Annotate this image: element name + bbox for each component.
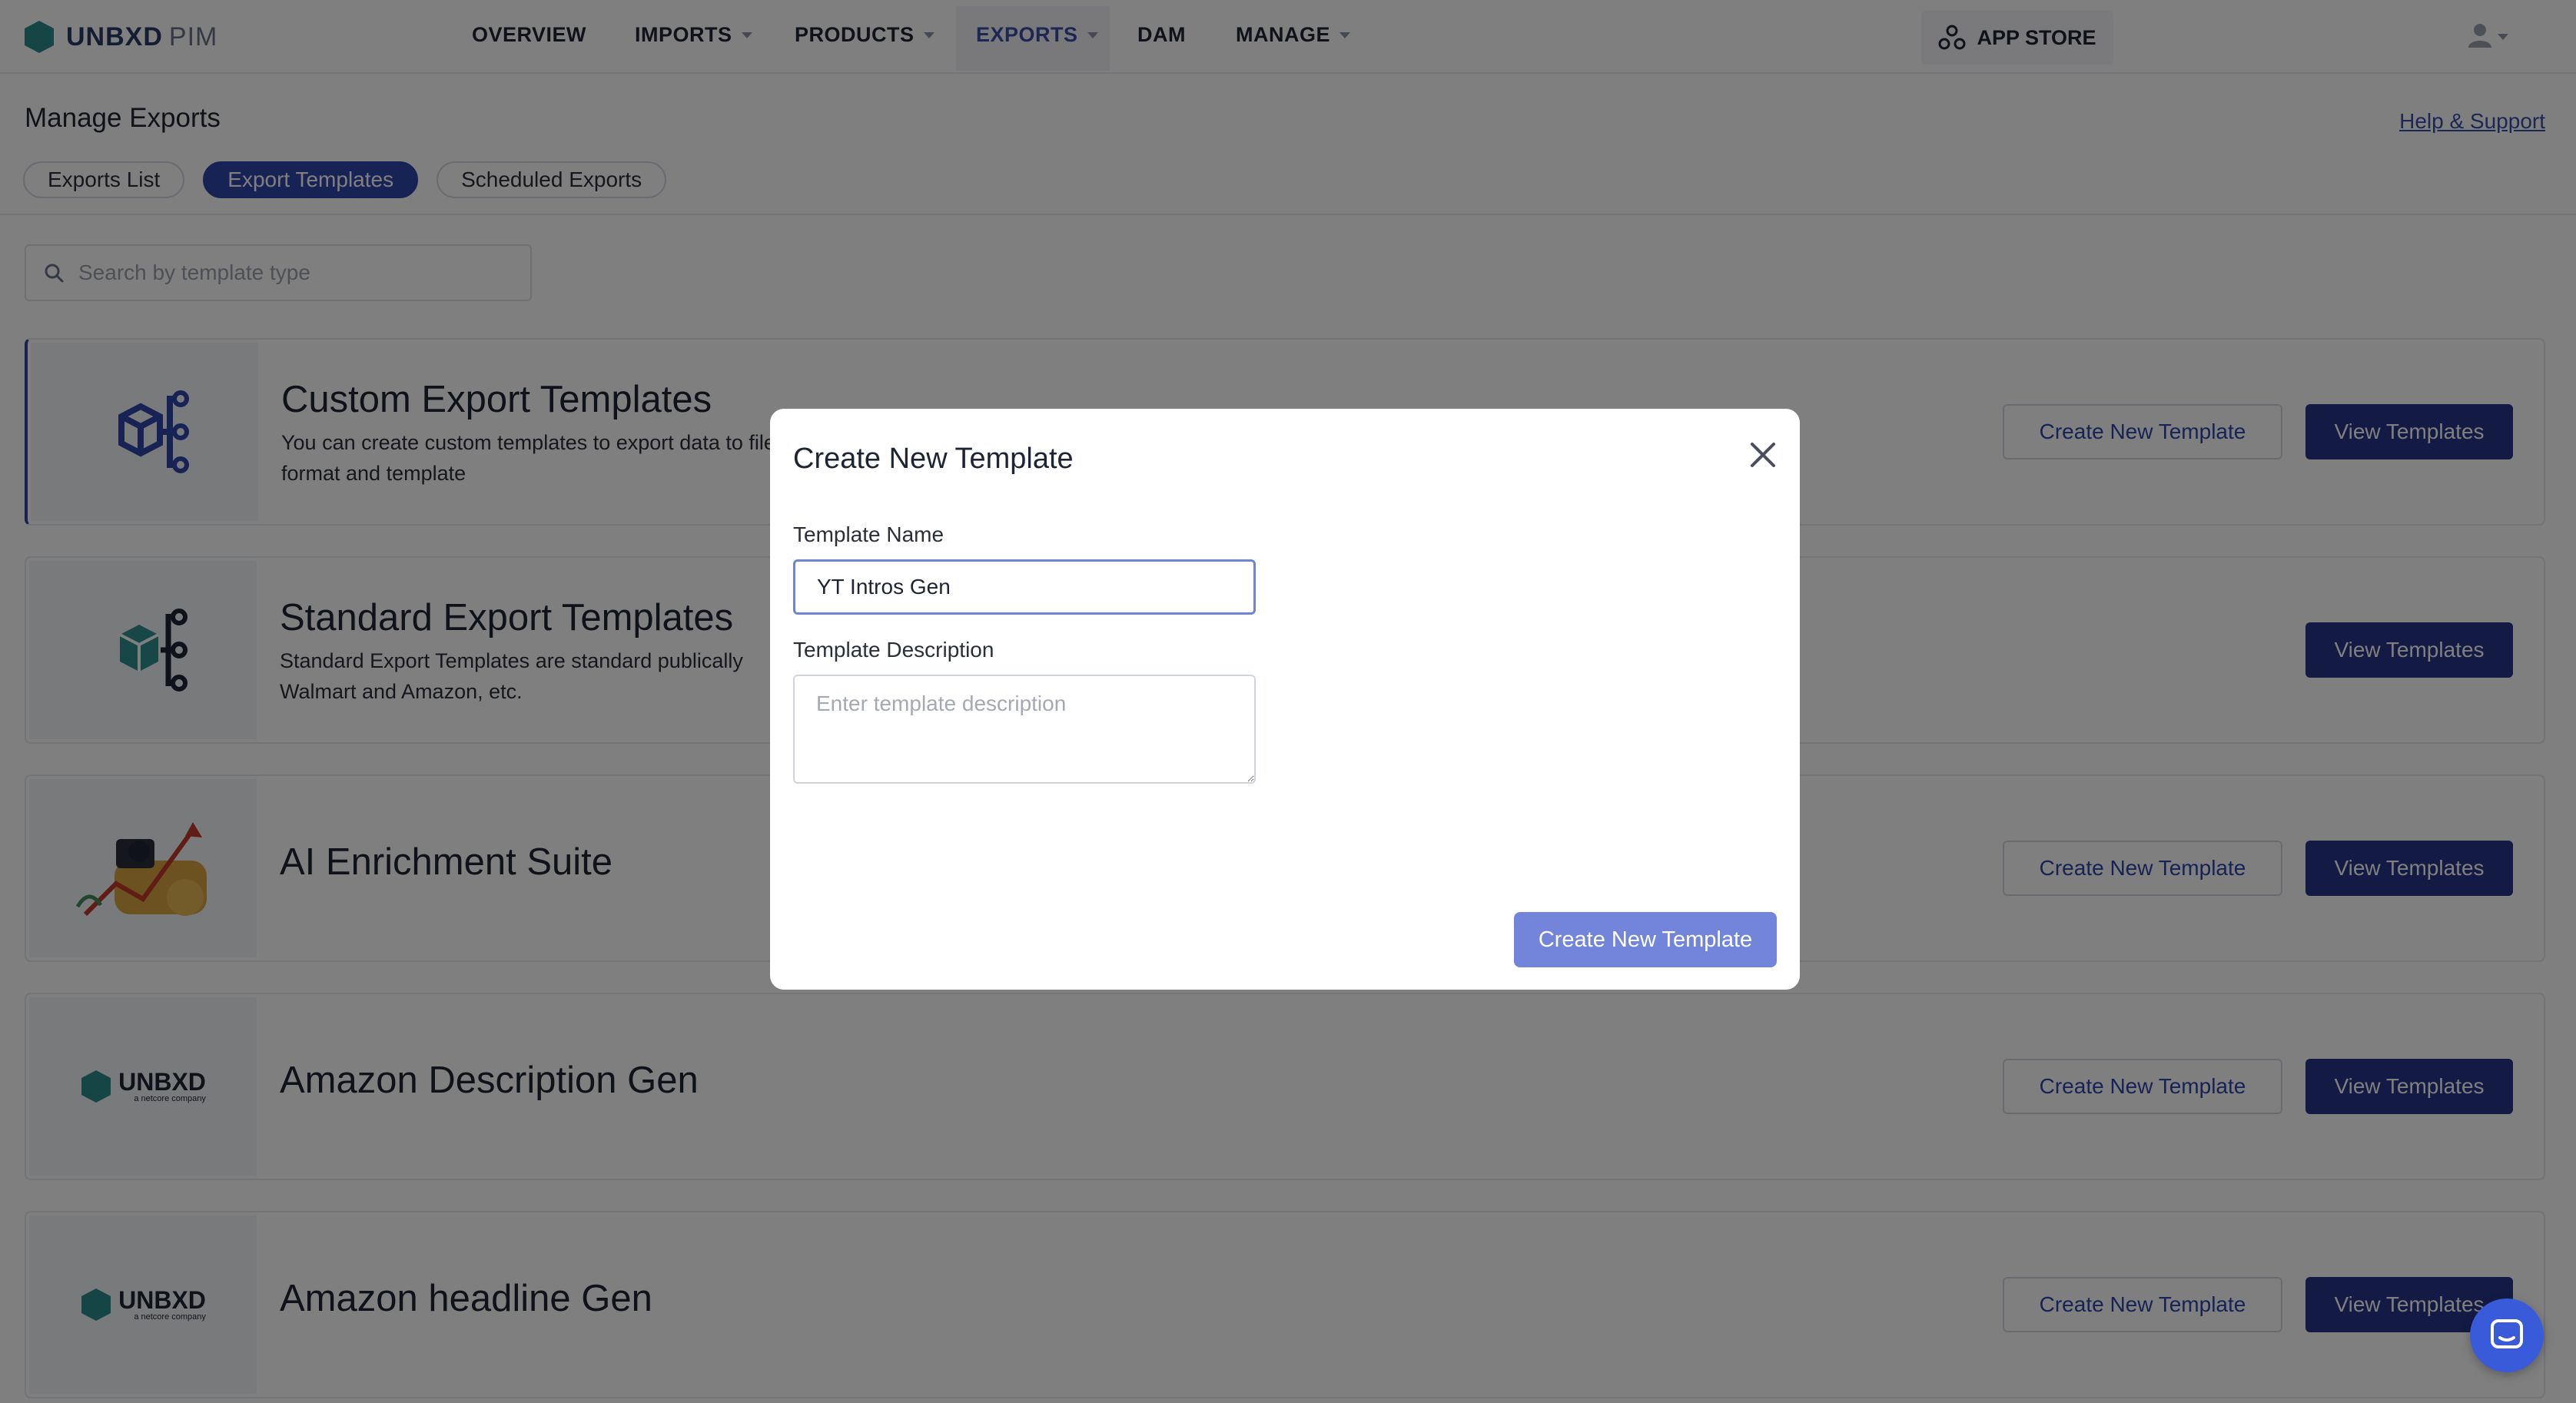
template-name-input[interactable] [793, 559, 1256, 615]
template-description-input[interactable] [793, 675, 1256, 784]
chat-icon [2491, 1319, 2523, 1348]
template-name-label: Template Name [793, 522, 944, 546]
template-description-label: Template Description [793, 638, 994, 662]
create-new-template-submit-button[interactable]: Create New Template [1514, 912, 1777, 967]
modal-title: Create New Template [793, 443, 1074, 475]
chat-launcher-button[interactable] [2470, 1299, 2544, 1372]
create-template-modal: Create New Template Template Name Templa… [770, 409, 1800, 990]
close-icon[interactable] [1748, 439, 1778, 470]
